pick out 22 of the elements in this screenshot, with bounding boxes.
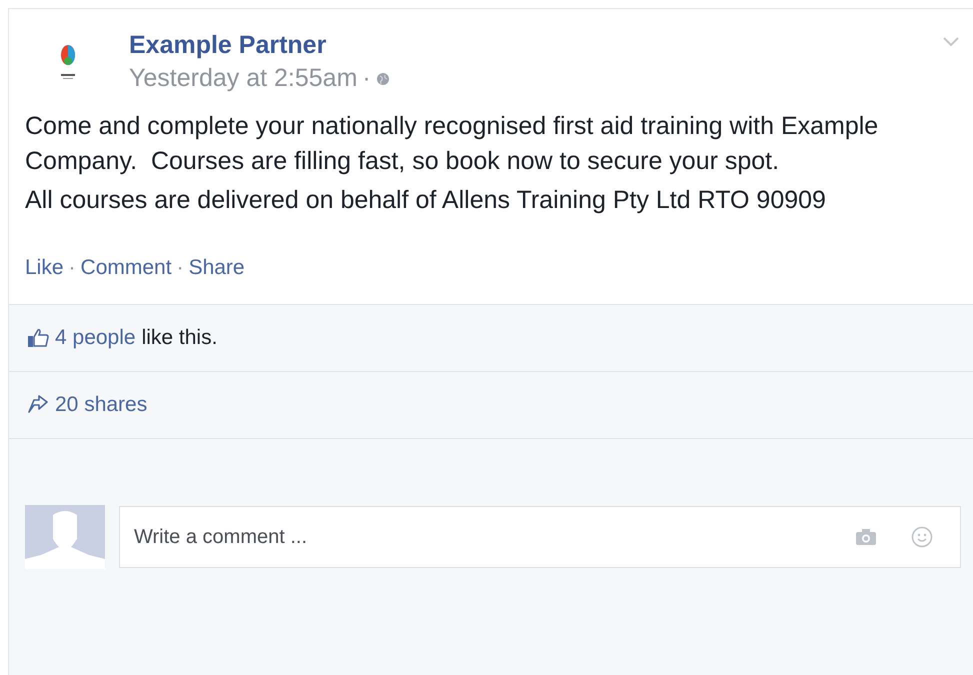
post-text: Come and complete your nationally recognised first aid training with Example Company. Courses are filling fast, so book now to secure your spot.	[25, 111, 880, 177]
globe-icon	[376, 72, 390, 86]
smiley-icon[interactable]	[911, 526, 933, 548]
avatar-icon	[25, 505, 105, 569]
likes-text: like this.	[142, 326, 218, 350]
separator: ·	[362, 64, 371, 93]
post-time[interactable]: Yesterday at 2:55am	[129, 64, 358, 93]
shares-link[interactable]: 20 shares	[55, 393, 148, 417]
comment-field[interactable]: Write a comment ...	[119, 506, 961, 568]
post-text: All courses are delivered on behalf of Allens Training Pty Ltd RTO 90909	[25, 185, 827, 216]
separator: ·	[176, 256, 184, 280]
chevron-icon[interactable]	[943, 37, 959, 47]
action-link[interactable]: Share	[188, 256, 245, 280]
share-arrow-icon	[27, 395, 49, 415]
likers-link[interactable]: 4 people	[55, 326, 136, 350]
thumbs-up-icon	[27, 328, 49, 348]
author-name[interactable]: Example Partner	[129, 31, 390, 60]
logo-icon	[59, 45, 77, 79]
separator: ·	[68, 256, 76, 280]
camera-icon[interactable]	[855, 528, 877, 546]
action-link[interactable]: Like	[25, 256, 64, 280]
action-link[interactable]: Comment	[80, 256, 172, 280]
